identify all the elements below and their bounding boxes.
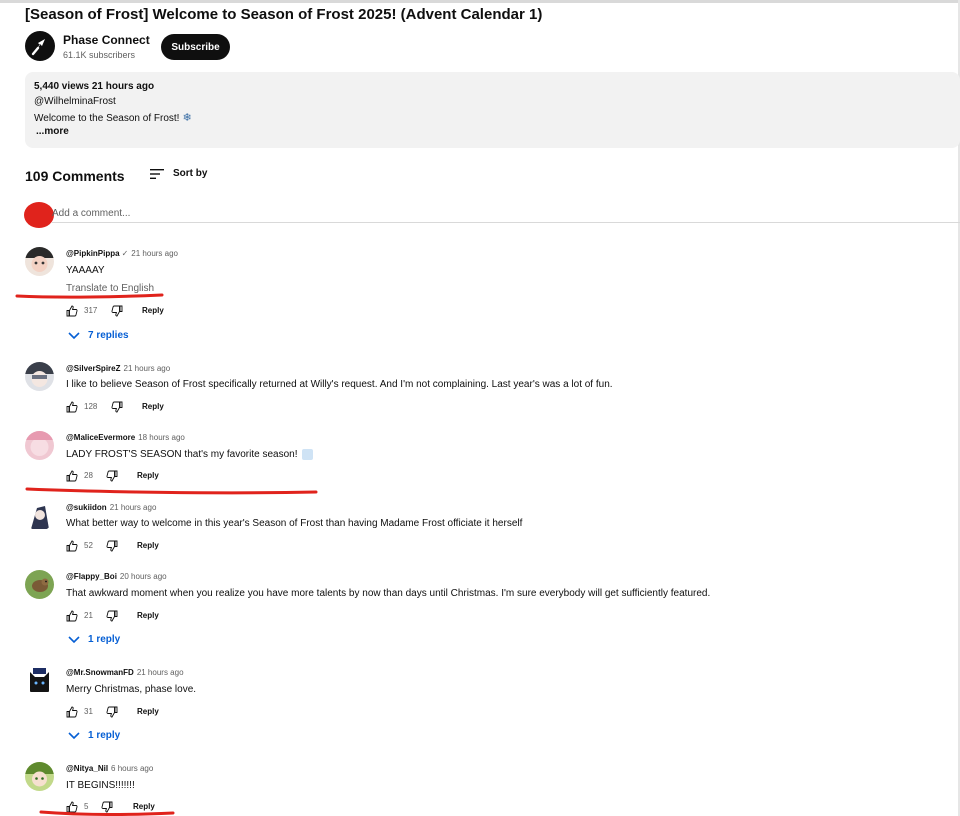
comment-item: @PipkinPippa ✓ 21 hours ago YAAAAY Transla… <box>0 244 958 354</box>
user-avatar <box>24 202 54 228</box>
snowflake-emoji-icon <box>301 449 313 460</box>
comment-item: @sukiidon 21 hours ago What better way to… <box>0 498 958 560</box>
channel-avatar[interactable] <box>25 31 55 61</box>
view-stats: 5,440 views 21 hours ago <box>34 81 155 92</box>
chevron-down-icon <box>68 636 80 644</box>
comment-time[interactable]: 18 hours ago <box>138 433 185 442</box>
comment-text: What better way to welcome in this year'… <box>66 518 523 529</box>
comment-author[interactable]: @sukiidon <box>66 503 107 512</box>
sort-button[interactable]: Sort by <box>173 168 207 179</box>
reply-button[interactable]: Reply <box>137 541 159 550</box>
comment-header: @Nitya_Nil 6 hours ago <box>66 764 153 773</box>
thumbs-up-icon[interactable] <box>66 305 78 317</box>
commenter-avatar[interactable] <box>25 570 54 599</box>
phase-logo-icon <box>31 39 45 56</box>
comment-item: @Nitya_Nil 6 hours ago IT BEGINS!!!!!!! 5… <box>0 759 958 816</box>
comment-time[interactable]: 21 hours ago <box>137 668 184 677</box>
subscriber-count: 61.1K subscribers <box>63 50 136 60</box>
like-count: 28 <box>84 471 93 480</box>
reply-button[interactable]: Reply <box>142 306 164 315</box>
description-text: Welcome to the Season of Frost! ❄ <box>34 112 192 124</box>
comment-text: IT BEGINS!!!!!!! <box>66 780 135 791</box>
commenter-avatar[interactable] <box>25 666 54 695</box>
replies-count: 1 reply <box>88 730 121 741</box>
video-title: [Season of Frost] Welcome to Season of F… <box>25 6 543 23</box>
comment-header: @SilverSpireZ 21 hours ago <box>66 364 170 373</box>
translate-link[interactable]: Translate to English <box>66 283 154 294</box>
thumbs-down-icon[interactable] <box>111 305 123 317</box>
comment-time[interactable]: 6 hours ago <box>111 764 153 773</box>
snowflake-icon: ❄ <box>182 112 192 124</box>
comment-author[interactable]: @SilverSpireZ <box>66 364 121 373</box>
commenter-avatar[interactable] <box>25 362 54 391</box>
replies-count: 1 reply <box>88 634 121 645</box>
comment-author[interactable]: @Mr.SnowmanFD <box>66 668 134 677</box>
comment-text: I like to believe Season of Frost specif… <box>66 379 613 390</box>
comment-text: YAAAAY <box>66 265 105 276</box>
like-count: 317 <box>84 306 98 315</box>
comment-author[interactable]: @PipkinPippa <box>66 249 120 258</box>
subscribe-button[interactable]: Subscribe <box>161 34 230 60</box>
reply-button[interactable]: Reply <box>137 471 159 480</box>
reply-button[interactable]: Reply <box>137 611 159 620</box>
thumbs-down-icon[interactable] <box>106 470 118 482</box>
thumbs-down-icon[interactable] <box>106 610 118 622</box>
commenter-avatar[interactable] <box>25 431 54 460</box>
thumbs-down-icon[interactable] <box>101 801 113 813</box>
comment-item: @Mr.SnowmanFD 21 hours ago Merry Christma… <box>0 663 958 749</box>
chevron-down-icon <box>68 332 80 340</box>
top-divider <box>0 0 960 3</box>
reply-button[interactable]: Reply <box>142 402 164 411</box>
comment-header: @MaliceEvermore 18 hours ago <box>66 433 185 442</box>
commenter-avatar[interactable] <box>25 762 54 791</box>
description-mention[interactable]: @WilhelminaFrost <box>34 96 116 107</box>
like-count: 31 <box>84 707 93 716</box>
replies-count: 7 replies <box>88 330 129 341</box>
reply-button[interactable]: Reply <box>133 802 155 811</box>
like-count: 52 <box>84 541 93 550</box>
thumbs-down-icon[interactable] <box>106 706 118 718</box>
sort-icon[interactable] <box>150 168 164 180</box>
comment-item: @MaliceEvermore 18 hours ago LADY FROST'S… <box>0 428 958 490</box>
comment-author[interactable]: @Flappy_Boi <box>66 572 117 581</box>
comment-time[interactable]: 21 hours ago <box>131 249 178 258</box>
comment-text: Merry Christmas, phase love. <box>66 684 197 695</box>
thumbs-up-icon[interactable] <box>66 610 78 622</box>
comment-time[interactable]: 21 hours ago <box>110 503 157 512</box>
comment-author[interactable]: @MaliceEvermore <box>66 433 135 442</box>
like-count: 5 <box>84 802 89 811</box>
commenter-avatar[interactable] <box>25 247 54 276</box>
thumbs-up-icon[interactable] <box>66 540 78 552</box>
commenter-avatar[interactable] <box>25 502 54 531</box>
comments-count: 109 Comments <box>25 168 125 184</box>
chevron-down-icon <box>68 732 80 740</box>
comment-text: LADY FROST'S SEASON that's my favorite s… <box>66 449 313 460</box>
comment-header: @PipkinPippa ✓ 21 hours ago <box>66 249 178 258</box>
add-comment-input[interactable] <box>52 205 960 223</box>
comment-time[interactable]: 20 hours ago <box>120 572 167 581</box>
comment-header: @Mr.SnowmanFD 21 hours ago <box>66 668 184 677</box>
like-count: 128 <box>84 402 98 411</box>
thumbs-up-icon[interactable] <box>66 801 78 813</box>
thumbs-up-icon[interactable] <box>66 706 78 718</box>
comment-header: @sukiidon 21 hours ago <box>66 503 156 512</box>
comment-item: @SilverSpireZ 21 hours ago I like to beli… <box>0 359 958 421</box>
comment-time[interactable]: 21 hours ago <box>124 364 171 373</box>
thumbs-up-icon[interactable] <box>66 401 78 413</box>
comment-item: @Flappy_Boi 20 hours ago That awkward mom… <box>0 567 958 653</box>
comment-header: @Flappy_Boi 20 hours ago <box>66 572 167 581</box>
thumbs-down-icon[interactable] <box>111 401 123 413</box>
description-box[interactable]: 5,440 views 21 hours ago @WilhelminaFros… <box>25 72 960 148</box>
thumbs-up-icon[interactable] <box>66 470 78 482</box>
like-count: 21 <box>84 611 93 620</box>
reply-button[interactable]: Reply <box>137 707 159 716</box>
channel-name[interactable]: Phase Connect <box>63 33 150 47</box>
show-more-button[interactable]: ...more <box>36 126 69 137</box>
comment-author[interactable]: @Nitya_Nil <box>66 764 108 773</box>
verified-check-icon: ✓ <box>121 249 129 258</box>
thumbs-down-icon[interactable] <box>106 540 118 552</box>
comment-text: That awkward moment when you realize you… <box>66 588 711 599</box>
